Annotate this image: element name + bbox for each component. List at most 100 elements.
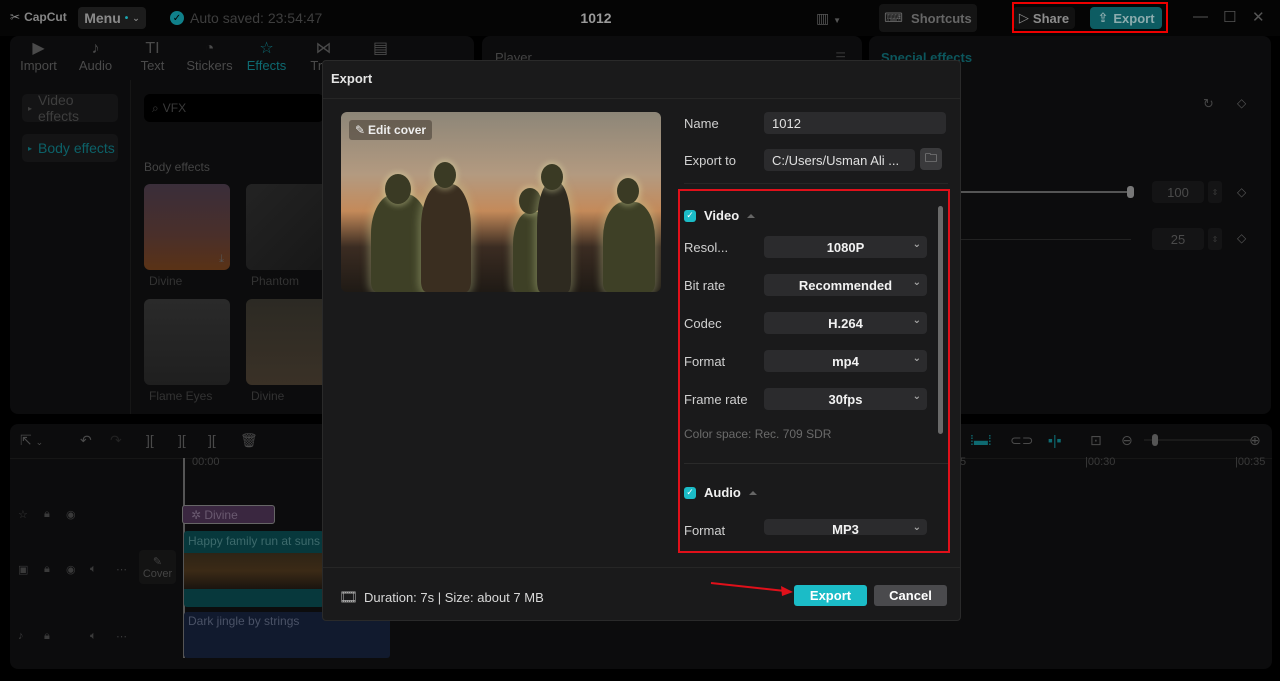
cover-figure [541, 164, 563, 190]
sidebar-item-body-effects[interactable]: ▸ Body effects [22, 134, 118, 162]
param2-slider-track[interactable] [961, 239, 1131, 240]
browse-folder-button[interactable]: 🗀 [920, 148, 942, 170]
audio-icon: ♪ [91, 40, 100, 57]
search-input[interactable]: ⌕ VFX [144, 94, 324, 122]
cover-figure [421, 184, 471, 292]
snap-icon[interactable]: ▪|▪ [1048, 432, 1062, 448]
keyframe-icon[interactable]: ◇ [1237, 231, 1246, 245]
sidebar-item-video-effects[interactable]: ▸ Video effects [22, 92, 118, 124]
shortcuts-button[interactable]: ⌨ Shortcuts [879, 4, 977, 32]
effect-thumb-phantom[interactable]: ⤓ [246, 184, 330, 270]
zoom-slider[interactable] [1144, 439, 1254, 441]
tab-audio[interactable]: ♪ Audio [67, 36, 124, 80]
volume-icon[interactable]: 🔈︎ [90, 630, 97, 643]
tab-import[interactable]: ▶ Import [10, 36, 67, 80]
divider [323, 567, 960, 568]
minimize-icon[interactable]: — [1193, 8, 1208, 25]
keyframe-icon[interactable]: ◇ [1237, 96, 1246, 110]
export-info: 🎞︎ Duration: 7s | Size: about 7 MB [339, 589, 544, 606]
autosave-status: ✓ Auto saved: 23:54:47 [170, 10, 322, 26]
effect-label: Flame Eyes [149, 389, 213, 403]
param2-value[interactable]: 25 [1152, 228, 1204, 250]
notification-dot: • [124, 12, 129, 24]
folder-icon: 🗀 [924, 150, 937, 165]
time-marker-30: |00:30 [1085, 456, 1116, 468]
check-circle-icon: ✓ [170, 11, 184, 25]
keyboard-icon: ⌨ [884, 10, 904, 25]
divider [323, 98, 960, 99]
tab-stickers[interactable]: ◔ Stickers [181, 36, 238, 80]
eye-icon[interactable]: ◉ [66, 508, 76, 521]
effects-icon: ☆ [259, 40, 274, 57]
maximize-icon[interactable]: ☐ [1223, 8, 1236, 26]
param2-spinner[interactable]: ⇕ [1208, 228, 1222, 250]
link-icon[interactable]: ⊂⊃ [1010, 432, 1033, 449]
lock-icon[interactable]: 🔒︎ [44, 508, 50, 521]
delete-icon[interactable]: 🗑 [240, 432, 258, 449]
annotation-arrow [710, 582, 793, 596]
effect-label: Divine [251, 389, 285, 403]
eye-icon[interactable]: ◉ [66, 563, 76, 576]
zoom-fit-icon[interactable]: ⊡ [1090, 432, 1102, 449]
video-clip[interactable]: Happy family run at suns [184, 531, 324, 607]
zoom-in-icon[interactable]: ⊕ [1249, 432, 1261, 449]
keyframe-icon[interactable]: ◇ [1237, 185, 1246, 199]
effect-thumb-divine-2[interactable] [246, 299, 330, 385]
film-icon: 🎞︎ [339, 589, 359, 606]
split-right-icon[interactable]: ][ [208, 432, 216, 448]
highlight-box-top [1012, 2, 1168, 33]
project-title: 1012 [580, 10, 612, 26]
cancel-button[interactable]: Cancel [874, 585, 947, 606]
cover-preview: ✎ Edit cover [341, 112, 661, 292]
redo-icon[interactable]: ↷ [110, 432, 122, 449]
zoom-out-icon[interactable]: ⊖ [1121, 432, 1133, 449]
lock-icon[interactable]: 🔒︎ [44, 563, 50, 576]
cover-button[interactable]: ✎ Cover [139, 550, 176, 584]
name-input[interactable]: 1012 [764, 112, 946, 134]
zoom-slider-handle[interactable] [1152, 434, 1158, 446]
import-icon: ▶ [32, 40, 45, 57]
effect-thumb-flame-eyes[interactable] [144, 299, 230, 385]
more-icon[interactable]: ⋯ [116, 630, 127, 643]
param1-slider-handle[interactable] [1127, 186, 1134, 198]
select-cursor-icon[interactable]: ⇱ ⌄ [20, 432, 43, 449]
magnet-icon[interactable]: ⁞▬⁞ [970, 432, 992, 448]
cover-figure [434, 162, 456, 188]
dialog-title: Export [331, 71, 373, 86]
param1-value[interactable]: 100 [1152, 181, 1204, 203]
more-icon[interactable]: ⋯ [116, 563, 127, 576]
param1-spinner[interactable]: ⇕ [1208, 181, 1222, 203]
menu-button[interactable]: Menu • ⌄ [78, 7, 146, 29]
undo-icon[interactable]: ↶ [80, 432, 92, 449]
param1-slider-track[interactable] [961, 191, 1131, 193]
export-path-input[interactable]: C:/Users/Usman Ali ... [764, 149, 915, 171]
transitions-icon: ⋈ [315, 40, 332, 57]
logo-icon: ✂ [10, 10, 21, 24]
export-button[interactable]: Export [794, 585, 867, 606]
volume-icon[interactable]: 🔈︎ [90, 563, 97, 576]
effect-thumb-divine[interactable]: ⤓ [144, 184, 230, 270]
tab-text[interactable]: TI Text [124, 36, 181, 80]
cover-figure [385, 174, 411, 204]
split-left-icon[interactable]: ][ [178, 432, 186, 448]
video-thumbnails [184, 553, 324, 589]
effect-label: Divine [149, 274, 183, 288]
pencil-icon: ✎ [354, 123, 366, 137]
close-icon[interactable]: ✕ [1252, 8, 1265, 26]
effect-clip[interactable]: ✲ Divine [182, 505, 275, 524]
caret-right-icon: ▸ [28, 143, 33, 153]
caret-right-icon: ▸ [28, 103, 33, 113]
edit-cover-button[interactable]: ✎ Edit cover [349, 120, 432, 140]
lock-icon[interactable]: 🔒︎ [44, 630, 50, 643]
layout-icon[interactable]: ▥ ▼ [816, 10, 841, 27]
download-icon[interactable]: ⤓ [219, 253, 224, 266]
tab-effects[interactable]: ☆ Effects [238, 36, 295, 80]
section-title: Body effects [144, 160, 210, 174]
audio-track-icon: ♪ [18, 630, 24, 642]
reset-icon[interactable]: ↻ [1203, 96, 1214, 112]
name-label: Name [684, 116, 719, 131]
cover-figure [617, 178, 639, 204]
arrow-head [781, 586, 793, 596]
text-icon: TI [145, 40, 160, 57]
split-icon[interactable]: ][ [146, 432, 154, 448]
